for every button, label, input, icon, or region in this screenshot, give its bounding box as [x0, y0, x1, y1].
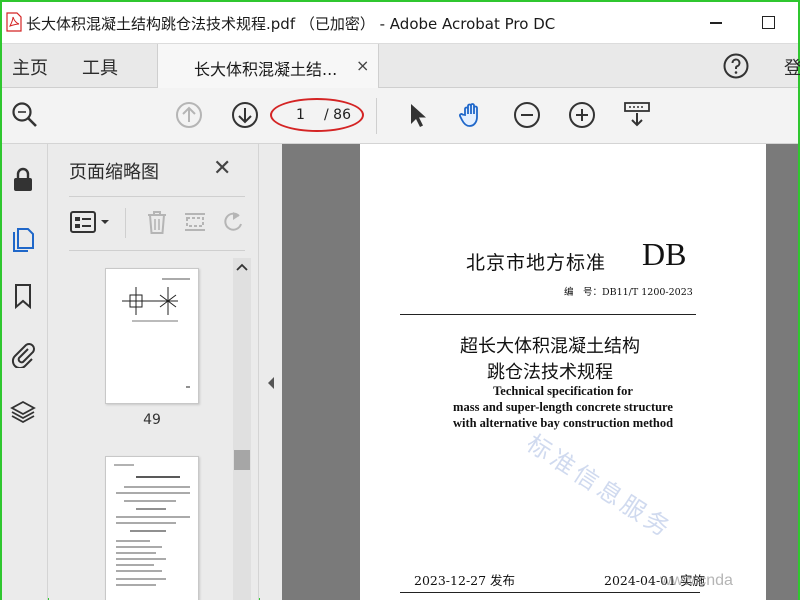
scroll-up-arrow-icon[interactable]: [233, 258, 251, 276]
current-page-input[interactable]: 1: [296, 107, 305, 123]
close-panel-icon[interactable]: ✕: [213, 156, 231, 181]
tool-divider: [125, 208, 126, 238]
delete-icon[interactable]: [143, 208, 171, 236]
maximize-button[interactable]: [754, 8, 782, 34]
thumbnail-options-icon[interactable]: [69, 208, 113, 236]
toolbar-divider: [376, 98, 377, 134]
thumbnail-diagram: [122, 278, 190, 388]
thumbnail-scrollbar[interactable]: [233, 258, 251, 600]
layers-icon[interactable]: [9, 398, 37, 426]
thumbnail-text-page: [114, 464, 190, 586]
extract-pages-icon[interactable]: [181, 208, 209, 236]
minimize-button[interactable]: [702, 8, 730, 34]
attachment-icon[interactable]: [9, 340, 37, 368]
standard-name: 北京市地方标准: [466, 252, 607, 274]
left-navigation-rail: [2, 144, 48, 600]
select-cursor-icon[interactable]: [402, 100, 432, 130]
page-thumbnail-50[interactable]: [105, 456, 199, 600]
watermark-url: www.cnda: [660, 572, 733, 589]
issue-date: 2023-12-27 发布: [414, 573, 516, 588]
panel-toolbar: [69, 202, 245, 242]
lock-icon[interactable]: [9, 166, 37, 194]
page-number-field[interactable]: 1 / 86: [270, 98, 364, 132]
menu-bar: 主页 工具 长大体积混凝土结... × 登: [2, 44, 800, 88]
document-tab-label: 长大体积混凝土结...: [194, 60, 338, 79]
scrollbar-thumb[interactable]: [234, 450, 250, 470]
zoom-in-icon[interactable]: [567, 100, 597, 130]
header-rule: [400, 314, 696, 315]
home-menu[interactable]: 主页: [12, 54, 48, 80]
thumbnail-page-label: 49: [143, 412, 161, 428]
acrobat-logo-icon: [6, 12, 22, 32]
toolbar: 1 / 86: [2, 88, 798, 144]
document-viewer[interactable]: 北京市地方标准 DB 编 号：DB11/T 1200-2023 超长大体积混凝土…: [282, 144, 798, 600]
hand-tool-icon[interactable]: [457, 100, 487, 130]
standard-number: 编 号：DB11/T 1200-2023: [564, 287, 693, 298]
standard-code: DB: [642, 236, 687, 272]
previous-page-icon[interactable]: [174, 100, 204, 130]
collapse-arrow-icon[interactable]: [266, 376, 276, 390]
panel-title: 页面缩略图: [69, 162, 159, 183]
title-bar: 长大体积混凝土结构跳仓法技术规程.pdf （已加密） - Adobe Acrob…: [2, 2, 798, 44]
document-tab[interactable]: 长大体积混凝土结... ×: [157, 44, 379, 88]
chinese-title-line-1: 超长大体积混凝土结构: [460, 336, 640, 357]
panel-divider: [69, 196, 245, 197]
panel-divider: [69, 250, 245, 251]
zoom-menu-icon[interactable]: [622, 100, 652, 130]
english-title-line-3: with alternative bay construction method: [452, 416, 674, 430]
help-icon[interactable]: [722, 52, 750, 80]
total-pages: / 86: [324, 107, 351, 123]
page-thumbnails-panel: 页面缩略图 ✕ 49: [49, 144, 259, 600]
panel-collapse-handle[interactable]: [260, 144, 282, 600]
page-thumbnails-icon[interactable]: [9, 224, 37, 252]
bookmark-icon[interactable]: [9, 282, 37, 310]
english-title-line-1: Technical specification for: [493, 384, 633, 398]
zoom-out-icon[interactable]: [512, 100, 542, 130]
watermark-text: 标准信息服务: [521, 429, 678, 545]
chinese-title-line-2: 跳仓法技术规程: [487, 362, 613, 383]
pdf-page: 北京市地方标准 DB 编 号：DB11/T 1200-2023 超长大体积混凝土…: [360, 144, 766, 600]
window-title: 长大体积混凝土结构跳仓法技术规程.pdf （已加密） - Adobe Acrob…: [26, 15, 556, 33]
next-page-icon[interactable]: [230, 100, 260, 130]
tools-menu[interactable]: 工具: [82, 54, 118, 80]
english-title-line-2: mass and super-length concrete structure: [453, 400, 673, 414]
login-button[interactable]: 登: [784, 54, 800, 80]
footer-rule: [400, 592, 700, 593]
search-icon[interactable]: [10, 100, 40, 130]
rotate-icon[interactable]: [219, 208, 247, 236]
close-tab-icon[interactable]: ×: [356, 56, 369, 75]
page-thumbnail-49[interactable]: [105, 268, 199, 404]
